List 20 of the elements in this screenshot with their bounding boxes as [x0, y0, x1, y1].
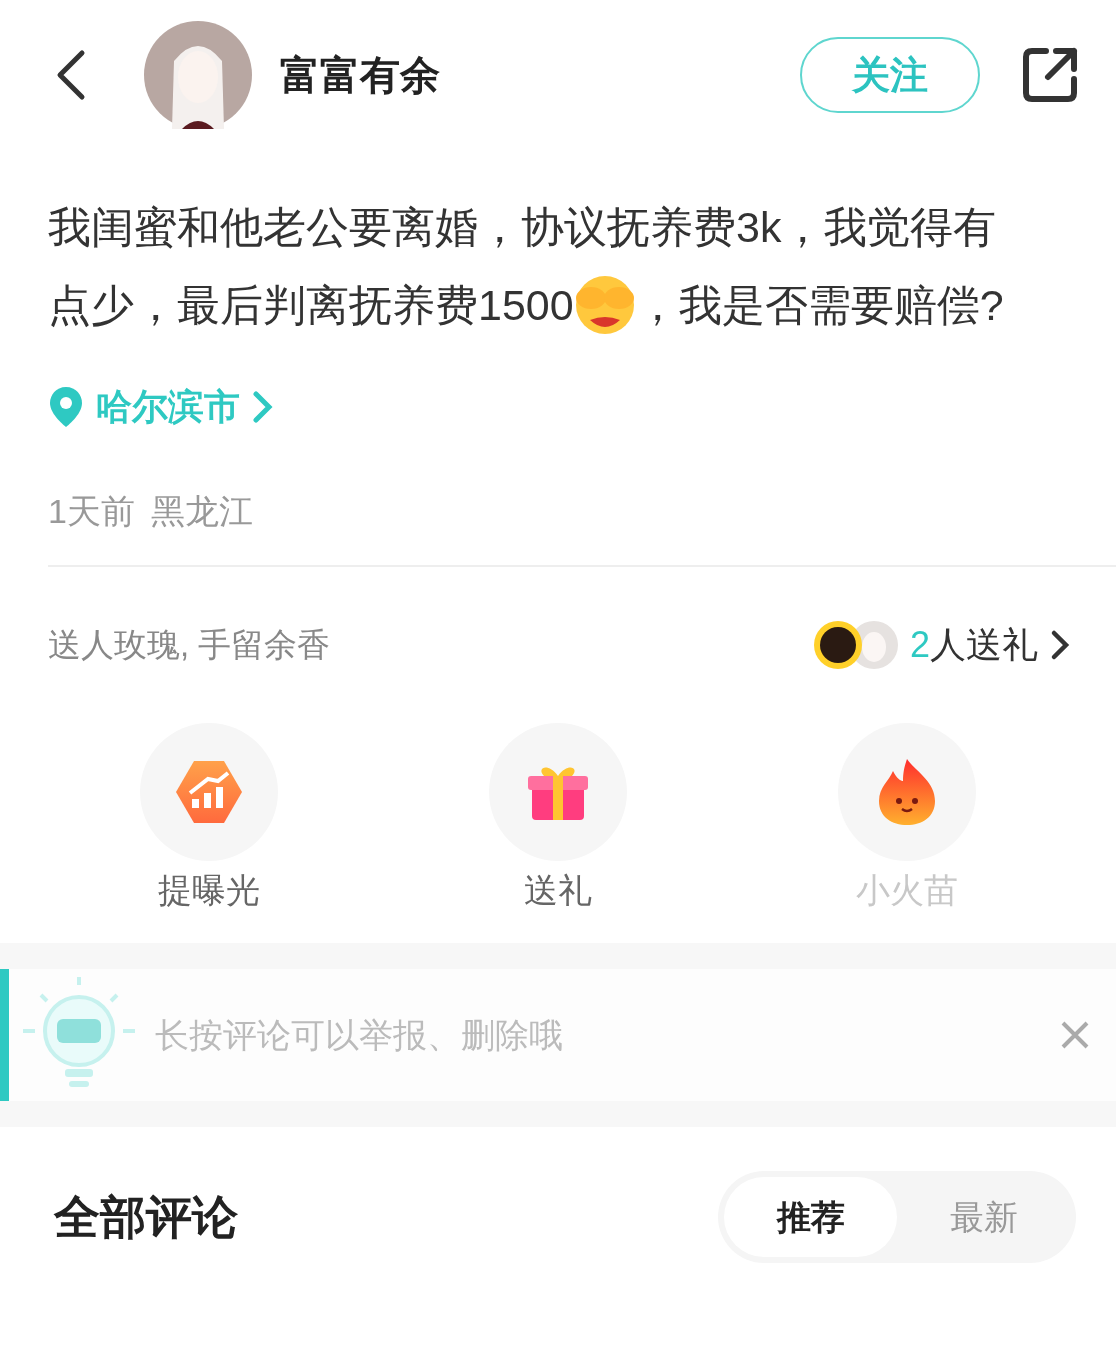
chevron-right-icon: [1050, 629, 1070, 661]
chevron-right-icon: [252, 390, 274, 424]
post-text: 点少，最后判离抚养费1500: [48, 280, 574, 331]
action-label: 提曝光: [157, 870, 260, 911]
username[interactable]: 富富有余: [280, 45, 440, 105]
gift-count[interactable]: 2人送礼: [909, 618, 1038, 672]
location-pin-icon: [48, 385, 84, 429]
sort-tab[interactable]: 推荐: [724, 1177, 897, 1257]
comments-title: 全部评论: [54, 1189, 238, 1245]
post-time: 1天前: [48, 491, 135, 532]
post-region: 黑龙江: [150, 491, 253, 532]
action-label: 送礼: [524, 870, 592, 911]
close-icon[interactable]: [1060, 1020, 1090, 1050]
emoji-icon: [573, 274, 636, 336]
gift-slogan: 送人玫瑰, 手留余香: [48, 625, 331, 666]
post-text: ，我是否需要赔偿?: [635, 280, 1004, 331]
tip-text: 长按评论可以举报、删除哦: [155, 1014, 563, 1056]
share-icon[interactable]: [1020, 45, 1080, 105]
post-text: 我闺蜜和他老公要离婚，协议抚养费3k，我觉得有: [48, 202, 997, 253]
avatar[interactable]: [144, 21, 252, 129]
